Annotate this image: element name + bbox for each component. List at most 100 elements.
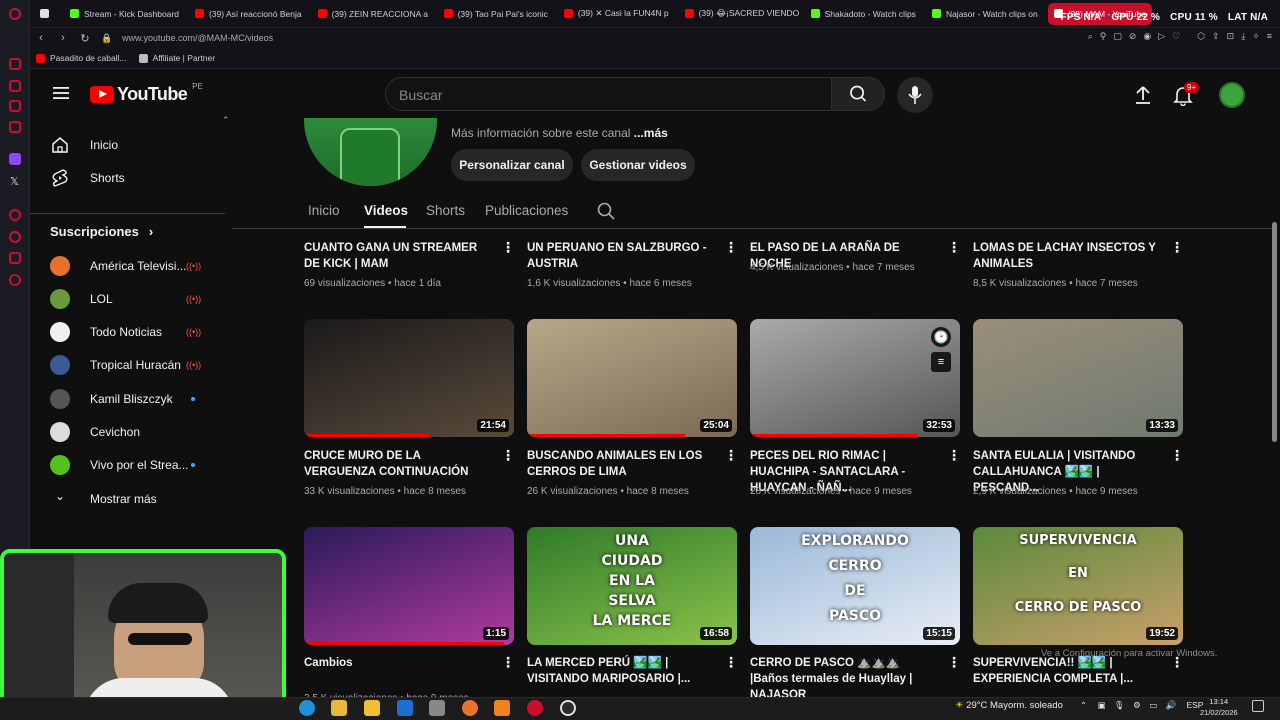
video-more-options-icon[interactable]: ⋮ [724, 239, 738, 256]
youtube-logo[interactable]: YouTube PE [90, 82, 203, 105]
video-thumbnail[interactable]: 21:54 [304, 319, 514, 437]
video-title[interactable]: BUSCANDO ANIMALES EN LOS CERROS DE LIMA [527, 448, 712, 480]
browser-tab[interactable] [34, 3, 60, 25]
tray-chevron-icon[interactable]: ⌃ [1080, 700, 1087, 710]
sidebar-settings-icon[interactable] [9, 274, 21, 286]
ai-icon[interactable]: ✧ [1252, 31, 1260, 42]
reload-icon[interactable]: ↻ [74, 32, 96, 45]
download-icon[interactable]: ⤓ [1241, 31, 1245, 42]
video-title[interactable]: LOMAS DE LACHAY INSECTOS Y ANIMALES [973, 240, 1158, 272]
extensions-icon[interactable]: ⬡ [1197, 31, 1205, 42]
guide-item-home[interactable]: Inicio [90, 138, 118, 152]
sidebar-ai-icon[interactable] [9, 58, 21, 70]
video-title[interactable]: CUANTO GANA UN STREAMER DE KICK | MAM [304, 240, 489, 272]
subscription-item[interactable]: América Televisi... [90, 259, 186, 273]
video-more-options-icon[interactable]: ⋮ [947, 239, 961, 256]
video-title[interactable]: UN PERUANO EN SALZBURGO - AUSTRIA [527, 240, 712, 272]
video-title[interactable]: Cambios [304, 655, 489, 671]
opera-icon[interactable] [527, 700, 543, 716]
channel-avatar-large[interactable] [304, 118, 437, 186]
weather-widget[interactable]: ☀ 29°C Mayorm. soleado [955, 700, 1063, 711]
menu-icon[interactable]: ≡ [1267, 31, 1272, 42]
account-avatar[interactable] [1219, 82, 1245, 108]
opera-logo-icon[interactable] [9, 8, 21, 20]
browser-tab[interactable]: (39) ✕ Casi la FUN4N p [558, 3, 675, 25]
customize-channel-button[interactable]: Personalizar canal [451, 149, 573, 181]
tray-network-icon[interactable]: ▭ [1149, 700, 1157, 710]
video-title[interactable]: LA MERCED PERÚ 🏞️🏞️ | VISITANDO MARIPOSA… [527, 655, 712, 687]
video-thumbnail[interactable]: UNA CIUDAD EN LA SELVA LA MERCE 16:58 [527, 527, 737, 645]
subscription-item[interactable]: Vivo por el Strea... [90, 458, 189, 472]
video-title[interactable]: CERRO DE PASCO ⛰️⛰️⛰️ |Baños termales de… [750, 655, 935, 703]
watch-later-icon[interactable]: 🕑 [931, 327, 951, 347]
snapshot-icon[interactable]: ⊡ [1227, 31, 1235, 42]
video-more-options-icon[interactable]: ⋮ [1170, 447, 1184, 464]
more-info-link[interactable]: ...más [634, 126, 668, 140]
video-more-options-icon[interactable]: ⋮ [1170, 239, 1184, 256]
page-scrollbar[interactable] [1272, 222, 1277, 442]
video-more-options-icon[interactable]: ⋮ [501, 447, 515, 464]
microphone-button[interactable] [897, 77, 933, 113]
sidebar-extensions-icon[interactable] [9, 252, 21, 264]
vlc-icon[interactable] [494, 700, 510, 716]
sidebar-instagram-icon[interactable] [9, 121, 21, 133]
video-more-options-icon[interactable]: ⋮ [501, 239, 515, 256]
sidebar-player-icon[interactable] [9, 209, 21, 221]
browser-tab[interactable]: Shakadoto - Watch clips [805, 3, 922, 25]
add-to-queue-icon[interactable]: ≡ [931, 352, 951, 372]
video-thumbnail[interactable]: 25:04 [527, 319, 737, 437]
bookmark-item[interactable]: Pasadito de caball... [36, 53, 127, 63]
tab-videos[interactable]: Videos [364, 203, 408, 218]
subscription-item[interactable]: Cevichon [90, 425, 140, 439]
notification-center-icon[interactable] [1252, 700, 1264, 712]
forward-icon[interactable]: › [52, 32, 74, 44]
manage-videos-button[interactable]: Gestionar videos [581, 149, 695, 181]
sidebar-messenger-icon[interactable] [9, 100, 21, 112]
subscription-item[interactable]: Todo Noticias [90, 325, 162, 339]
bookmark-item[interactable]: Affiliate | Partner [138, 53, 215, 63]
tab-home[interactable]: Inicio [308, 203, 340, 218]
obs-icon[interactable] [560, 700, 576, 716]
guide-scroll-up-icon[interactable]: ⌃ [222, 115, 230, 126]
browser-tab[interactable]: Stream - Kick Dashboard [64, 3, 185, 25]
file-explorer-icon[interactable] [331, 700, 347, 716]
tray-volume-icon[interactable]: 🔊 [1165, 700, 1176, 710]
zoom-icon[interactable]: ⌕ [1088, 31, 1093, 42]
subscription-item[interactable]: LOL [90, 292, 113, 306]
browser-tab[interactable]: (39) Tao Pai Pai's iconic [438, 3, 554, 25]
sidebar-chat-icon[interactable] [9, 80, 21, 92]
video-title[interactable]: SUPERVIVENCIA!! 🏞️🏞️ | EXPERIENCIA COMPL… [973, 655, 1158, 687]
tray-mic-icon[interactable]: 🎙 [1114, 700, 1125, 710]
camera-icon[interactable]: ◉ [1143, 31, 1151, 42]
sidebar-twitch-icon[interactable] [9, 153, 21, 165]
video-more-options-icon[interactable]: ⋮ [501, 654, 515, 671]
browser-tab[interactable]: Najasor - Watch clips on [926, 3, 1044, 25]
guide-item-shorts[interactable]: Shorts [90, 171, 125, 185]
play-icon[interactable]: ▷ [1158, 31, 1165, 42]
video-more-options-icon[interactable]: ⋮ [724, 654, 738, 671]
tray-app-icon[interactable]: ▣ [1098, 700, 1106, 710]
video-title[interactable]: CRUCE MURO DE LA VERGUENZA CONTINUACIÓN [304, 448, 489, 480]
video-thumbnail[interactable]: 13:33 [973, 319, 1183, 437]
search-button[interactable] [831, 77, 885, 111]
tray-app-icon[interactable]: ⚙ [1133, 700, 1141, 710]
hamburger-menu-icon[interactable] [52, 84, 70, 102]
taskbar-clock[interactable]: 13:14 21/02/2026 [1200, 696, 1238, 718]
url-field[interactable]: www.youtube.com/@MAM-MC/videos [122, 33, 273, 43]
video-thumbnail[interactable]: EXPLORANDO CERRO DE PASCO 15:15 [750, 527, 960, 645]
app-icon[interactable] [429, 700, 445, 716]
heart-icon[interactable]: ♡ [1172, 31, 1180, 42]
subscription-item[interactable]: Kamil Bliszczyk [90, 392, 173, 406]
share-icon[interactable]: ⇪ [1212, 31, 1220, 42]
video-thumbnail[interactable]: 1:15 [304, 527, 514, 645]
video-thumbnail[interactable]: SUPERVIVENCIA EN CERRO DE PASCO 19:52 [973, 527, 1183, 645]
video-more-options-icon[interactable]: ⋮ [724, 447, 738, 464]
search-input[interactable]: Buscar [385, 77, 832, 111]
video-thumbnail[interactable]: 32:53 [750, 319, 960, 437]
outlook-icon[interactable] [397, 700, 413, 716]
browser-tab[interactable]: (39) Así reaccionó Benja [189, 3, 308, 25]
tab-shorts[interactable]: Shorts [426, 203, 465, 218]
sidebar-x-icon[interactable]: 𝕏 [10, 175, 19, 188]
browser-tab[interactable]: (39) ZEIN REACCIONA a [312, 3, 434, 25]
subscription-item[interactable]: Tropical Huracán [90, 358, 181, 372]
